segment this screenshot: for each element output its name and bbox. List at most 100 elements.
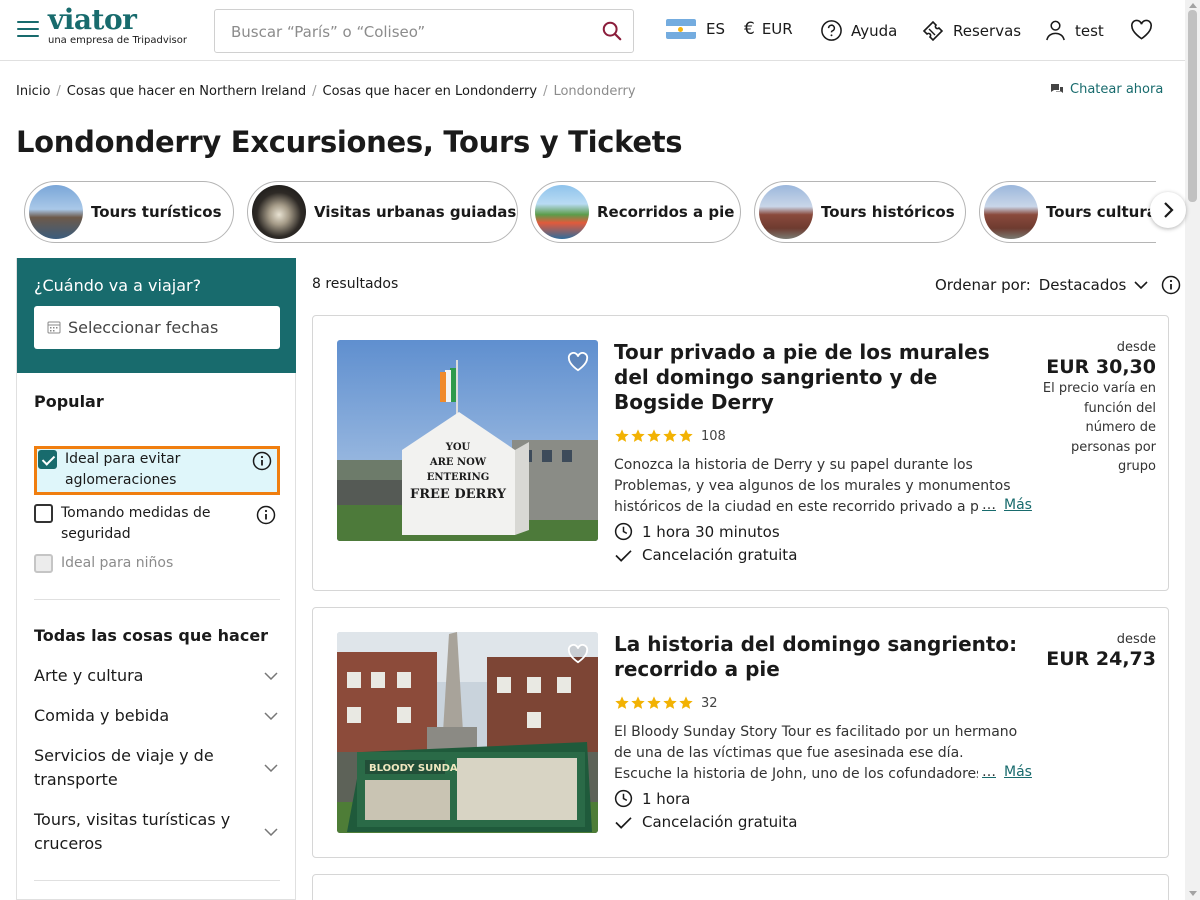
price-note: El precio varía en función del número de… bbox=[1042, 381, 1156, 474]
currency-selector[interactable]: € EUR bbox=[744, 19, 793, 39]
category-pill-guided-city-tours[interactable]: Visitas urbanas guiadas bbox=[247, 181, 518, 243]
checkbox-avoid-crowds[interactable] bbox=[38, 450, 57, 469]
category-travel-services[interactable]: Servicios de viaje y de transporte bbox=[34, 744, 280, 792]
scroll-down-icon[interactable] bbox=[1189, 891, 1197, 896]
bookings-link[interactable]: Reservas bbox=[921, 19, 1021, 43]
search-icon[interactable] bbox=[601, 20, 623, 42]
star-icon bbox=[631, 696, 645, 709]
argentina-flag-icon bbox=[666, 19, 696, 39]
category-thumbnail bbox=[29, 185, 83, 239]
scrollbar-thumb[interactable] bbox=[1188, 10, 1197, 202]
star-icon bbox=[679, 696, 693, 709]
chevron-down-icon bbox=[264, 764, 278, 772]
heart-icon[interactable] bbox=[567, 352, 589, 372]
price-amount: EUR 30,30 bbox=[1046, 356, 1156, 378]
filter-avoid-crowds[interactable]: Ideal para evitar aglomeraciones bbox=[34, 449, 280, 491]
product-photo[interactable]: YOU ARE NOW ENTERING FREE DERRY bbox=[337, 340, 598, 541]
sidebar-divider bbox=[34, 880, 280, 881]
date-question: ¿Cuándo va a viajar? bbox=[34, 276, 202, 295]
calendar-icon bbox=[47, 321, 61, 334]
svg-text:ENTERING: ENTERING bbox=[427, 472, 490, 483]
breadcrumb-londonderry-things[interactable]: Cosas que hacer en Londonderry bbox=[323, 84, 538, 99]
star-icon bbox=[631, 429, 645, 442]
help-link[interactable]: Ayuda bbox=[820, 19, 897, 42]
more-link[interactable]: … Más bbox=[978, 497, 1032, 513]
cancellation-row: Cancelación gratuita bbox=[614, 813, 797, 831]
help-icon bbox=[821, 20, 842, 41]
search-placeholder: Buscar “París” o “Coliseo” bbox=[231, 23, 426, 41]
duration-row: 1 hora 30 minutos bbox=[614, 522, 780, 541]
carousel-next-button[interactable] bbox=[1150, 192, 1186, 228]
product-card[interactable]: YOU ARE NOW ENTERING FREE DERRY Tour pri… bbox=[312, 315, 1169, 591]
heart-icon[interactable] bbox=[567, 644, 589, 664]
star-rating-icon bbox=[614, 695, 694, 711]
star-icon bbox=[647, 429, 661, 442]
category-arts-culture[interactable]: Arte y cultura bbox=[34, 664, 280, 688]
info-icon[interactable] bbox=[1161, 275, 1181, 295]
info-icon[interactable] bbox=[252, 451, 272, 471]
viator-logo[interactable]: viator una empresa de Tripadvisor bbox=[48, 5, 187, 47]
chat-now-link[interactable]: Chatear ahora bbox=[1050, 82, 1163, 97]
rating-stars: 108 bbox=[614, 428, 726, 444]
sidebar-divider bbox=[34, 599, 280, 600]
category-carousel: Tours turísticos Visitas urbanas guiadas… bbox=[22, 181, 1156, 244]
product-title[interactable]: La historia del domingo sangriento: reco… bbox=[614, 632, 1024, 682]
language-selector[interactable]: ES bbox=[666, 19, 725, 39]
price-amount: EUR 24,73 bbox=[1046, 648, 1156, 670]
chat-icon bbox=[1051, 84, 1063, 93]
breadcrumb-northern-ireland[interactable]: Cosas que hacer en Northern Ireland bbox=[67, 84, 306, 99]
breadcrumb: Inicio / Cosas que hacer en Northern Ire… bbox=[16, 84, 636, 99]
star-icon bbox=[663, 696, 677, 709]
user-menu[interactable]: test bbox=[1044, 19, 1104, 42]
category-thumbnail bbox=[252, 185, 306, 239]
scroll-up-icon[interactable] bbox=[1189, 3, 1197, 8]
product-title[interactable]: Tour privado a pie de los murales del do… bbox=[614, 340, 1024, 415]
rating-stars: 32 bbox=[614, 695, 718, 711]
breadcrumb-current: Londonderry bbox=[553, 84, 636, 99]
price-block: desde EUR 30,30 El precio varía en funci… bbox=[1036, 340, 1156, 477]
product-photo[interactable]: BLOODY SUNDAY bbox=[337, 632, 598, 833]
clock-icon bbox=[614, 789, 633, 808]
chevron-down-icon bbox=[1134, 281, 1148, 289]
product-description: Conozca la historia de Derry y su papel … bbox=[614, 457, 1011, 515]
product-card[interactable]: BLOODY SUNDAY La historia del domingo sa… bbox=[312, 607, 1169, 858]
category-food-drink[interactable]: Comida y bebida bbox=[34, 704, 280, 728]
category-pill-cultural-tours[interactable]: Tours culturales bbox=[979, 181, 1156, 243]
chevron-down-icon bbox=[264, 828, 278, 836]
product-description: El Bloody Sunday Story Tour es facilitad… bbox=[614, 724, 1018, 782]
checkbox-safety-measures[interactable] bbox=[34, 504, 53, 523]
search-input[interactable]: Buscar “París” o “Coliseo” bbox=[214, 9, 634, 53]
product-card[interactable] bbox=[312, 874, 1169, 900]
category-pill-walking-tours[interactable]: Recorridos a pie bbox=[530, 181, 741, 243]
info-icon[interactable] bbox=[256, 505, 276, 525]
cancellation-row: Cancelación gratuita bbox=[614, 546, 797, 564]
wishlist-heart-icon[interactable] bbox=[1130, 19, 1161, 41]
star-rating-icon bbox=[614, 428, 694, 444]
filter-safety-measures[interactable]: Tomando medidas de seguridad bbox=[34, 503, 280, 545]
star-icon bbox=[647, 696, 661, 709]
category-tours-sightseeing[interactable]: Tours, visitas turísticas y cruceros bbox=[34, 808, 280, 856]
euro-icon: € bbox=[744, 19, 755, 39]
clock-icon bbox=[614, 522, 633, 541]
price-block: desde EUR 24,73 bbox=[1036, 632, 1156, 670]
more-link[interactable]: … Más bbox=[978, 764, 1032, 780]
user-icon bbox=[1046, 20, 1065, 41]
category-pill-historical-tours[interactable]: Tours históricos bbox=[754, 181, 966, 243]
category-thumbnail bbox=[984, 185, 1038, 239]
star-icon bbox=[663, 429, 677, 442]
page-scrollbar[interactable] bbox=[1185, 0, 1200, 900]
svg-text:ARE NOW: ARE NOW bbox=[429, 457, 487, 468]
top-header: viator una empresa de Tripadvisor Buscar… bbox=[0, 0, 1185, 61]
date-picker-panel: ¿Cuándo va a viajar? Seleccionar fechas bbox=[17, 258, 296, 373]
sort-selector[interactable]: Ordenar por: Destacados bbox=[935, 275, 1181, 295]
chevron-down-icon bbox=[264, 712, 278, 720]
chevron-right-icon bbox=[1164, 202, 1174, 218]
breadcrumb-home[interactable]: Inicio bbox=[16, 84, 50, 99]
category-thumbnail bbox=[535, 185, 589, 239]
date-select-input[interactable]: Seleccionar fechas bbox=[34, 306, 280, 349]
popular-heading: Popular bbox=[34, 392, 104, 411]
menu-icon[interactable] bbox=[17, 21, 39, 39]
svg-text:BLOODY SUNDAY: BLOODY SUNDAY bbox=[369, 763, 465, 774]
star-icon bbox=[615, 696, 629, 709]
category-pill-sightseeing[interactable]: Tours turísticos bbox=[24, 181, 234, 243]
